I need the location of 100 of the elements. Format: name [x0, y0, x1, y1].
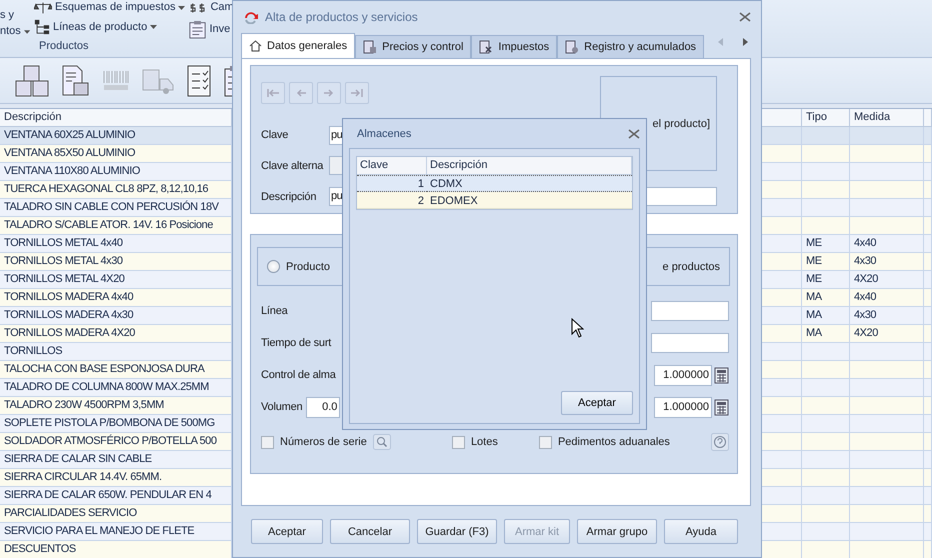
ribbon-command[interactable]: Líneas de producto	[34, 19, 186, 35]
tab[interactable]: Impuestos	[471, 35, 558, 58]
column-header[interactable]	[924, 109, 932, 127]
input-field[interactable]: 0.0	[306, 396, 340, 418]
first-icon	[267, 89, 279, 97]
calculator-icon[interactable]	[714, 398, 729, 416]
table-cell	[802, 433, 850, 451]
table-cell: MA	[802, 325, 850, 343]
table-cell: TORNILLOS MADERA 4x30	[0, 307, 232, 325]
table-cell	[762, 415, 802, 433]
table-cell: VENTANA 85X50 ALUMINIO	[0, 145, 232, 163]
home-icon	[249, 40, 262, 52]
table-cell: TALADRO SIN CABLE CON PERCUSIÓN 18V	[0, 199, 232, 217]
next-icon	[323, 89, 335, 97]
table-cell: SIERRA CIRCULAR 14.4V. 65MM.	[0, 469, 232, 487]
table-cell	[802, 127, 850, 145]
document-icon	[565, 40, 580, 54]
nav-button[interactable]	[345, 82, 369, 104]
table-cell: PARCIALIDADES SERVICIO	[0, 505, 232, 523]
field-label: Control de alma	[261, 369, 336, 381]
table-cell	[802, 469, 850, 487]
dialog-button[interactable]: Ayuda	[664, 519, 738, 544]
ribbon-command[interactable]: s y	[0, 9, 30, 22]
tab[interactable]: Datos generales	[241, 33, 356, 58]
nav-button[interactable]	[289, 82, 313, 104]
column-header[interactable]: Clave	[357, 157, 427, 175]
table-cell: MA	[802, 307, 850, 325]
table-cell: 2	[357, 192, 427, 209]
input-field[interactable]	[651, 301, 729, 321]
table-cell	[762, 505, 802, 523]
table-cell	[802, 505, 850, 523]
table-cell: TORNILLOS MADERA 4x40	[0, 289, 232, 307]
input-field[interactable]: 1.000000	[654, 364, 712, 386]
table-cell: DESCUENTOS	[0, 541, 232, 558]
checkbox-label: Lotes	[470, 436, 498, 448]
search-icon[interactable]	[372, 434, 391, 450]
column-header[interactable]: Descripción	[427, 157, 632, 175]
ribbon-command[interactable]: Inve	[189, 20, 234, 39]
clipboard-icon	[189, 20, 206, 39]
checkbox[interactable]	[538, 436, 552, 448]
accept-button[interactable]: Aceptar	[561, 391, 633, 415]
field-label: Volumen	[261, 401, 302, 413]
table-cell	[762, 307, 802, 325]
column-header[interactable]	[762, 109, 802, 127]
field-label: Clave alterna	[261, 160, 324, 172]
checkbox[interactable]	[261, 436, 274, 448]
hierarchy-icon	[34, 19, 50, 35]
table-cell: 4X20	[850, 325, 924, 343]
table-cell	[762, 271, 802, 289]
table-cell: TORNILLOS METAL 4x40	[0, 235, 232, 253]
nav-button[interactable]	[261, 82, 285, 104]
scroll-left-icon[interactable]	[718, 38, 724, 46]
table-cell	[762, 487, 802, 505]
table-cell	[762, 343, 802, 361]
column-header[interactable]: Medida	[850, 109, 924, 127]
checkbox[interactable]	[452, 436, 465, 448]
table-cell	[762, 217, 802, 235]
column-header[interactable]: Tipo	[802, 109, 850, 127]
close-icon[interactable]	[739, 12, 751, 22]
ribbon-command[interactable]: Esquemas de impuestos	[34, 1, 186, 14]
dialog-button[interactable]: Guardar (F3)	[417, 519, 497, 544]
table-cell: SOLDADOR ATMOSFÉRICO P/BOTELLA 500	[0, 433, 232, 451]
table-cell: TALADRO S/CABLE ATOR. 14V. 16 Posicione	[0, 217, 232, 235]
table-cell: 1	[357, 175, 427, 192]
table-cell: TORNILLOS MADERA 4X20	[0, 325, 232, 343]
dialog-button[interactable]: Armar grupo	[577, 519, 657, 544]
table-cell: 4x40	[850, 289, 924, 307]
table-cell	[762, 397, 802, 415]
table-cell	[762, 433, 802, 451]
option-label: e productos	[662, 260, 720, 272]
checkbox-label: Números de serie	[280, 436, 367, 448]
window-title: Almacenes	[357, 128, 412, 140]
table-cell	[762, 361, 802, 379]
table-cell: CDMX	[427, 175, 632, 192]
radio-button[interactable]: Producto	[267, 260, 330, 273]
document-icon[interactable]	[62, 64, 90, 96]
tab[interactable]: Precios y control	[355, 35, 472, 58]
field-label: Clave	[261, 129, 290, 141]
dialog-button[interactable]: Aceptar	[251, 519, 323, 544]
help-icon[interactable]	[711, 433, 729, 451]
table-cell: TORNILLOS	[0, 343, 232, 361]
calculator-icon[interactable]	[714, 366, 729, 384]
checklist-icon[interactable]	[186, 64, 212, 96]
tab[interactable]: Registro y acumulados	[557, 35, 704, 58]
scroll-right-icon[interactable]	[743, 38, 748, 46]
nav-button[interactable]	[317, 82, 341, 104]
input-field[interactable]: 1.000000	[654, 396, 712, 418]
close-icon[interactable]	[628, 128, 640, 138]
table-cell	[802, 199, 850, 217]
boxes-icon[interactable]	[14, 64, 50, 98]
table-cell	[802, 397, 850, 415]
table-cell: TORNILLOS METAL 4x30	[0, 253, 232, 271]
table-cell	[762, 181, 802, 199]
column-header[interactable]: Descripción	[0, 109, 232, 127]
input-field[interactable]	[651, 333, 729, 353]
table-cell	[802, 145, 850, 163]
dialog-button[interactable]: Cancelar	[330, 519, 410, 544]
field-label: Descripción	[261, 190, 318, 202]
table-cell	[762, 145, 802, 163]
ribbon-command[interactable]: ntos	[0, 25, 30, 38]
